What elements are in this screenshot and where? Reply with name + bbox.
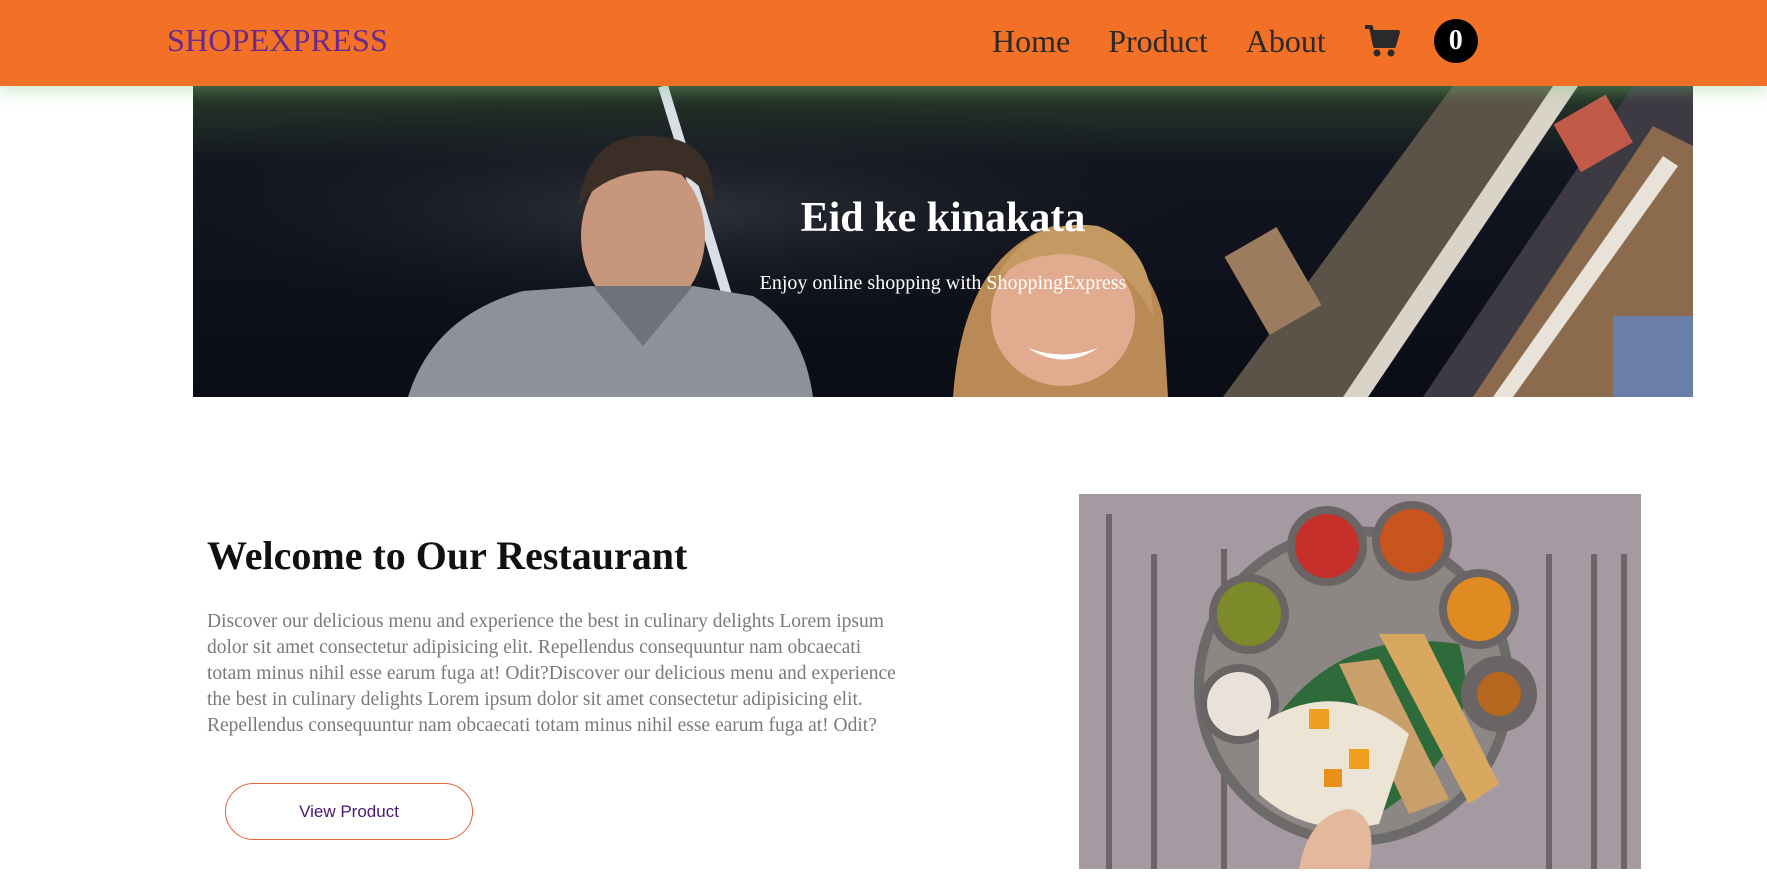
section-description: Discover our delicious menu and experien… [207,611,896,736]
shopping-cart-icon[interactable] [1364,24,1400,58]
hero-title: Eid ke kinakata [800,195,1086,241]
navbar: SHOPEXPRESS Home Product About 0 [0,0,1767,86]
hero-subtitle: Enjoy online shopping with ShoppingExpre… [759,272,1127,294]
cart-count-badge[interactable]: 0 [1433,19,1478,63]
hero-banner: Eid ke kinakata Enjoy online shopping wi… [193,86,1693,397]
view-product-button[interactable]: View Product [225,783,473,840]
nav-link-product[interactable]: Product [1108,23,1208,60]
nav-link-home[interactable]: Home [992,23,1070,60]
section-title: Welcome to Our Restaurant [207,533,688,578]
brand-logo[interactable]: SHOPEXPRESS [167,22,388,59]
nav-links: Home Product About 0 [992,18,1478,64]
nav-link-about[interactable]: About [1246,23,1326,60]
food-platter-image [1079,494,1641,869]
